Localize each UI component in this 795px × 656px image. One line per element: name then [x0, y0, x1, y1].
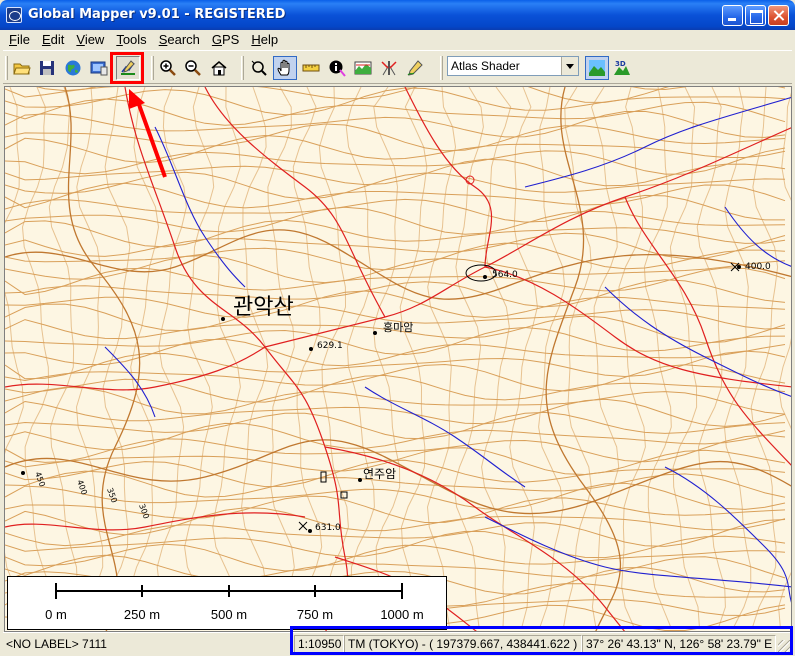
minimize-button[interactable]: [722, 5, 743, 26]
3d-view-button[interactable]: 3D: [610, 56, 634, 80]
zoom-in-button[interactable]: [156, 56, 180, 80]
feature-info-button[interactable]: [325, 56, 349, 80]
map-label-temple-1: 홍마암: [383, 320, 413, 334]
menu-view[interactable]: View: [70, 30, 110, 50]
annotation-arrow: [129, 89, 167, 178]
scale-tick-label: 750 m: [296, 607, 334, 622]
menu-file[interactable]: File: [3, 30, 36, 50]
map-label-mountain: 관악산: [233, 295, 294, 320]
full-view-button[interactable]: [207, 56, 231, 80]
shader-toggle-button[interactable]: [585, 56, 609, 80]
3d-terrain-icon: 3D: [614, 60, 630, 75]
3d-label: 3D: [615, 60, 626, 68]
zoom-in-icon: [160, 60, 176, 76]
toolbar-grip[interactable]: [440, 56, 443, 80]
app-globe-icon[interactable]: [6, 7, 22, 23]
shaded-relief-icon: [589, 60, 605, 76]
capture-button[interactable]: [87, 56, 111, 80]
menu-gps[interactable]: GPS: [206, 30, 245, 50]
roads: [5, 87, 791, 631]
digitize-button[interactable]: [403, 56, 427, 80]
feature-info-icon: [329, 60, 346, 77]
map-label-peak-3: 631.0: [315, 523, 341, 533]
contour-label-4: 300: [137, 503, 151, 520]
digitize-pencil-icon: [407, 60, 423, 76]
menu-bar: File Edit View Tools Search GPS Help: [3, 30, 792, 50]
shader-select-value: Atlas Shader: [451, 59, 520, 73]
shader-select[interactable]: Atlas Shader: [447, 56, 579, 76]
scale-tick-label: 250 m: [123, 607, 161, 622]
status-feature-label: <NO LABEL> 7111: [6, 637, 107, 651]
pan-hand-icon: [277, 59, 290, 76]
save-icon: [40, 61, 54, 75]
open-folder-icon: [13, 63, 31, 75]
online-data-button[interactable]: [61, 56, 85, 80]
zoom-out-icon: [185, 60, 201, 76]
menu-edit[interactable]: Edit: [36, 30, 70, 50]
topographic-map[interactable]: 관악산 홍마암 연주암 564.0 629.1 631.0 400.0 450 …: [5, 87, 792, 632]
menu-search[interactable]: Search: [153, 30, 206, 50]
contour-label-2: 400: [75, 479, 89, 496]
scale-bar-graphic: [55, 583, 403, 599]
measure-tool-button[interactable]: [299, 56, 323, 80]
digitizer-highlight-box: [110, 52, 144, 84]
3d-view-icon: [381, 61, 397, 76]
path-profile-icon: [354, 61, 372, 75]
save-button[interactable]: [35, 56, 59, 80]
globe-icon: [65, 60, 81, 76]
scale-tick-label: 500 m: [210, 607, 248, 622]
chevron-down-icon[interactable]: [561, 57, 578, 75]
zoom-tool-button[interactable]: [247, 56, 271, 80]
toolbar-grip[interactable]: [5, 56, 8, 80]
map-label-temple-2: 연주암: [363, 467, 396, 481]
menu-help[interactable]: Help: [245, 30, 284, 50]
menu-tools[interactable]: Tools: [110, 30, 152, 50]
map-label-peak-4: 400.0: [745, 262, 771, 272]
home-icon: [211, 61, 227, 76]
window-title: Global Mapper v9.01 - REGISTERED: [28, 7, 286, 22]
zoom-out-button[interactable]: [181, 56, 205, 80]
path-profile-button[interactable]: [351, 56, 375, 80]
close-button[interactable]: [768, 5, 789, 26]
index-contours: [5, 87, 791, 631]
map-label-peak-1: 564.0: [492, 270, 518, 280]
status-highlight-box: [290, 626, 793, 655]
toolbar-grip[interactable]: [241, 56, 244, 80]
contour-label-3: 350: [105, 487, 119, 504]
measure-ruler-icon: [302, 64, 320, 72]
map-view[interactable]: 관악산 홍마암 연주암 564.0 629.1 631.0 400.0 450 …: [4, 86, 792, 632]
scale-bar: 0 m 250 m 500 m 750 m 1000 m: [7, 576, 447, 630]
zoom-tool-icon: [251, 60, 267, 76]
open-button[interactable]: [10, 56, 34, 80]
pan-tool-button[interactable]: [273, 56, 297, 80]
scale-tick-label: 0 m: [45, 607, 67, 622]
toolbar-grip[interactable]: [151, 56, 154, 80]
3d-path-button[interactable]: [377, 56, 401, 80]
map-label-peak-2: 629.1: [317, 341, 343, 351]
screen-capture-icon: [90, 61, 108, 76]
maximize-button[interactable]: [745, 5, 766, 26]
contour-lines: [5, 87, 791, 631]
title-bar[interactable]: Global Mapper v9.01 - REGISTERED: [0, 0, 795, 30]
scale-tick-label: 1000 m: [380, 607, 424, 622]
